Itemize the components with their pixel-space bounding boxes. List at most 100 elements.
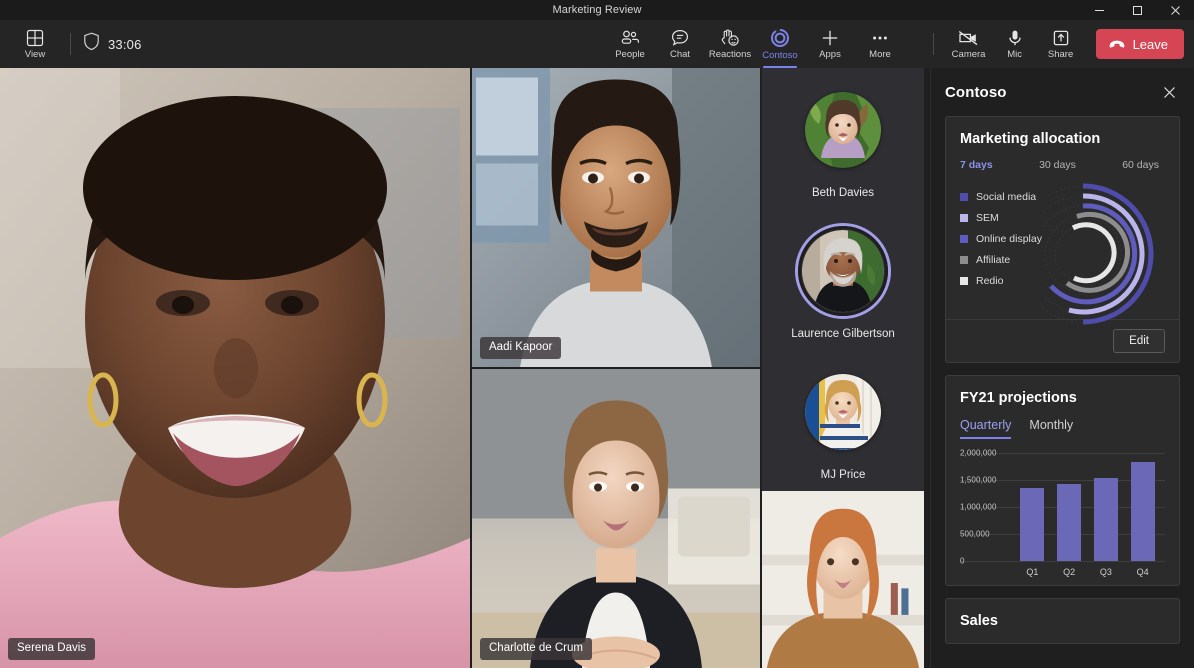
participant-name: Laurence Gilbertson: [791, 328, 895, 340]
legend-label: Social media: [976, 191, 1036, 203]
avatar-wrap: [795, 82, 891, 178]
mic-button[interactable]: Mic: [992, 22, 1038, 66]
panel-header: Contoso: [931, 68, 1194, 116]
contoso-label: Contoso: [762, 50, 797, 61]
share-button[interactable]: Share: [1038, 22, 1084, 66]
meeting-body: Serena Davis: [0, 68, 1194, 668]
y-axis-tick: 1,500,000: [960, 476, 997, 485]
avatar-image-beth-davies: [805, 92, 881, 168]
people-icon: [619, 28, 641, 48]
bar-q3: [1094, 478, 1118, 561]
share-label: Share: [1048, 49, 1073, 60]
avatar-image-mj-price: [805, 374, 881, 450]
bar-q1: [1020, 488, 1044, 561]
plus-icon: [820, 28, 840, 48]
gridline: [960, 561, 1165, 562]
reactions-button[interactable]: Reactions: [705, 22, 755, 66]
radial-ring-chart: [1043, 179, 1193, 329]
more-label: More: [869, 49, 891, 60]
range-option-60-days[interactable]: 60 days: [1122, 159, 1159, 171]
more-button[interactable]: More: [855, 22, 905, 66]
card-marketing-allocation: Marketing allocation 7 days 30 days 60 d…: [945, 116, 1180, 363]
panel-content: Marketing allocation 7 days 30 days 60 d…: [931, 116, 1194, 668]
participant-video-unnamed: [762, 491, 924, 668]
participant-video-serena-davis: [0, 68, 470, 668]
close-icon: [1163, 86, 1176, 99]
participant-name-badge: Aadi Kapoor: [480, 337, 561, 359]
legend-label: Online display: [976, 233, 1042, 245]
tab-monthly[interactable]: Monthly: [1029, 418, 1073, 439]
ellipsis-icon: [870, 28, 890, 48]
video-tile-main[interactable]: Serena Davis: [0, 68, 470, 668]
hangup-icon: [1108, 38, 1126, 50]
x-axis-tick: Q2: [1057, 567, 1081, 577]
legend-label: SEM: [976, 212, 999, 224]
card-title: Marketing allocation: [960, 131, 1165, 147]
mic-label: Mic: [1007, 49, 1022, 60]
leave-button[interactable]: Leave: [1096, 29, 1184, 59]
card-sales: Sales: [945, 598, 1180, 644]
close-window-button[interactable]: [1156, 0, 1194, 20]
shield-icon: [83, 32, 100, 56]
people-label: People: [615, 49, 645, 60]
x-axis-tick: Q4: [1131, 567, 1155, 577]
legend-swatch: [960, 235, 968, 243]
view-label: View: [25, 49, 45, 60]
grid-icon: [25, 28, 45, 48]
chat-button[interactable]: Chat: [655, 22, 705, 66]
video-tile-column: Aadi Kapoor: [472, 68, 760, 668]
card-title: Sales: [960, 613, 1165, 629]
apps-button[interactable]: Apps: [805, 22, 855, 66]
card-title: FY21 projections: [960, 390, 1165, 406]
participant-laurence-gilbertson[interactable]: Laurence Gilbertson: [762, 209, 924, 350]
window-controls: [1080, 0, 1194, 20]
camera-off-icon: [957, 28, 981, 48]
participant-name: Beth Davies: [812, 187, 874, 199]
tab-quarterly[interactable]: Quarterly: [960, 418, 1011, 439]
range-option-30-days[interactable]: 30 days: [1039, 159, 1076, 171]
minimize-button[interactable]: [1080, 0, 1118, 20]
toolbar-divider-right: [933, 33, 934, 55]
title-bar: Marketing Review: [0, 0, 1194, 20]
avatar-wrap-active-speaker: [795, 223, 891, 319]
chat-icon: [670, 28, 690, 48]
range-option-7-days[interactable]: 7 days: [960, 159, 993, 171]
range-selector: 7 days 30 days 60 days: [960, 159, 1165, 171]
bar-q4: [1131, 462, 1155, 561]
leave-label: Leave: [1133, 37, 1168, 52]
x-axis-tick: Q1: [1020, 567, 1044, 577]
reactions-label: Reactions: [709, 49, 751, 60]
toolbar-center-group: People Chat Reactions: [605, 22, 905, 66]
participant-avatar-column: Beth Davies: [762, 68, 924, 668]
participant-mj-price[interactable]: MJ Price: [762, 350, 924, 491]
close-panel-button[interactable]: [1158, 81, 1180, 103]
card-fy21-projections: FY21 projections Quarterly Monthly 2,000…: [945, 375, 1180, 586]
projection-tabs: Quarterly Monthly: [960, 418, 1165, 439]
avatar: [805, 374, 881, 450]
avatar-image-laurence-gilbertson: [802, 230, 884, 312]
participant-beth-davies[interactable]: Beth Davies: [762, 68, 924, 209]
chat-label: Chat: [670, 49, 690, 60]
people-button[interactable]: People: [605, 22, 655, 66]
camera-button[interactable]: Camera: [946, 22, 992, 66]
legend-swatch: [960, 256, 968, 264]
avatar-wrap: [795, 364, 891, 460]
meeting-timer: 33:06: [108, 37, 142, 52]
video-tile-charlotte-de-crum[interactable]: Charlotte de Crum: [472, 369, 760, 668]
edit-button[interactable]: Edit: [1113, 329, 1165, 353]
maximize-button[interactable]: [1118, 0, 1156, 20]
meeting-toolbar: View 33:06 People: [0, 20, 1194, 68]
panel-title: Contoso: [945, 84, 1007, 101]
y-axis-tick: 1,000,000: [960, 503, 997, 512]
legend-swatch: [960, 277, 968, 285]
teams-meeting-window: Marketing Review View: [0, 0, 1194, 668]
contoso-app-button[interactable]: Contoso: [755, 22, 805, 66]
bar-chart: 2,000,000 1,500,000 1,000,000 500,000 0: [960, 453, 1165, 561]
mic-icon: [1005, 28, 1025, 48]
y-axis-tick: 0: [960, 557, 965, 566]
apps-label: Apps: [819, 49, 841, 60]
view-button[interactable]: View: [12, 22, 58, 66]
video-tile-aadi-kapoor[interactable]: Aadi Kapoor: [472, 68, 760, 367]
video-tile-bottom-right[interactable]: [762, 491, 924, 668]
legend-swatch: [960, 214, 968, 222]
